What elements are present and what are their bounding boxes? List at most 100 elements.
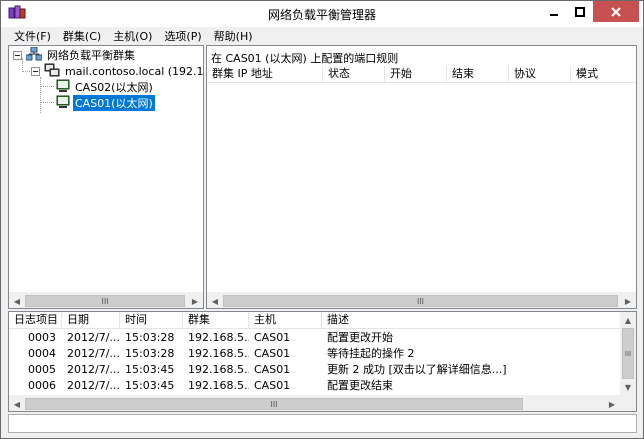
log-cell-description: 等待挂起的操作 2 [327, 347, 415, 360]
cluster-tree-pane[interactable]: 网络负载平衡群集 mail.contoso.local (192.168.5 [8, 45, 204, 309]
scroll-thumb[interactable]: III [223, 295, 618, 307]
log-cell-id: 0006 [28, 379, 56, 392]
log-header: 日志项目 日期 时间 群集 主机 描述 [9, 312, 621, 329]
scroll-right-arrow-icon[interactable]: ▶ [187, 293, 203, 308]
tree-label-cluster: mail.contoso.local (192.168.5 [65, 64, 204, 78]
tree-line [40, 102, 54, 103]
cluster-group-icon [25, 46, 43, 64]
tree-line [22, 58, 23, 72]
scroll-grip-icon: III [270, 399, 278, 409]
scroll-grip-icon: III [416, 296, 425, 306]
menu-cluster[interactable]: 群集(C) [57, 28, 107, 44]
tree-node-root[interactable]: 网络负载平衡群集 [25, 46, 137, 64]
log-cell-time: 15:03:45 [125, 363, 175, 376]
column-header-host[interactable]: 主机 [249, 312, 322, 329]
column-header-cluster[interactable]: 群集 [183, 312, 249, 329]
scroll-down-arrow-icon[interactable]: ▼ [620, 379, 636, 395]
tree-node-host-cas01[interactable]: CAS01(以太网) [56, 94, 156, 112]
title-bar[interactable]: 网络负载平衡管理器 [1, 1, 643, 27]
tree-node-host-cas02[interactable]: CAS02(以太网) [56, 79, 155, 95]
scroll-grip-icon: III [624, 349, 632, 358]
column-header-cluster-ip[interactable]: 群集 IP 地址 [207, 66, 323, 83]
tree-label-host-selected: CAS01(以太网) [72, 94, 156, 112]
scroll-left-arrow-icon[interactable]: ◀ [9, 396, 25, 411]
log-pane: 日志项目 日期 时间 群集 主机 描述 0003 2012/7/... 15:0… [8, 311, 637, 412]
close-button[interactable] [593, 1, 639, 22]
column-header-mode[interactable]: 模式 [571, 66, 636, 83]
log-cell-id: 0005 [28, 363, 56, 376]
port-rules-caption: 在 CAS01 (以太网) 上配置的端口规则 [211, 52, 399, 65]
column-header-start[interactable]: 开始 [385, 66, 447, 83]
log-cell-date: 2012/7/... [67, 331, 120, 344]
log-cell-date: 2012/7/... [67, 363, 120, 376]
tree-expander[interactable] [13, 51, 22, 60]
log-cell-time: 15:03:45 [125, 379, 175, 392]
log-cell-id: 0003 [28, 331, 56, 344]
tree-expander[interactable] [31, 67, 40, 76]
log-cell-date: 2012/7/... [67, 347, 120, 360]
column-header-time[interactable]: 时间 [120, 312, 183, 329]
close-icon [611, 6, 621, 17]
scroll-left-arrow-icon[interactable]: ◀ [207, 293, 223, 308]
log-cell-date: 2012/7/... [67, 379, 120, 392]
log-cell-description: 更新 2 成功 [双击以了解详细信息...] [327, 363, 507, 376]
column-header-date[interactable]: 日期 [62, 312, 120, 329]
maximize-icon [575, 6, 585, 17]
menu-file[interactable]: 文件(F) [8, 28, 57, 44]
column-header-log-id[interactable]: 日志项目 [9, 312, 62, 329]
rules-horizontal-scrollbar[interactable]: ◀ III ▶ [207, 292, 636, 308]
scroll-right-arrow-icon[interactable]: ▶ [620, 293, 636, 308]
column-header-description[interactable]: 描述 [322, 312, 621, 329]
log-cell-time: 15:03:28 [125, 347, 175, 360]
tree-line [40, 86, 54, 87]
log-cell-cluster: 192.168.5... [188, 347, 249, 360]
tree-line [22, 71, 30, 72]
log-cell-cluster: 192.168.5... [188, 331, 249, 344]
scroll-grip-icon: III [101, 296, 109, 306]
host-icon [56, 95, 70, 112]
scrollbar-corner [620, 395, 636, 411]
scroll-thumb[interactable]: III [622, 328, 634, 379]
nlb-manager-window: 网络负载平衡管理器 文件(F) 群集(C) 主机(O) 选项(P) 帮助(H) [0, 0, 644, 439]
menu-options[interactable]: 选项(P) [158, 28, 207, 44]
log-row[interactable]: 0003 2012/7/... 15:03:28 192.168.5... CA… [9, 330, 621, 346]
tree-line [40, 77, 41, 113]
log-cell-cluster: 192.168.5... [188, 379, 249, 392]
log-row[interactable]: 0005 2012/7/... 15:03:45 192.168.5... CA… [9, 362, 621, 378]
log-cell-host: CAS01 [254, 379, 291, 392]
tree-horizontal-scrollbar[interactable]: ◀ III ▶ [9, 292, 203, 308]
status-bar [8, 414, 637, 433]
log-cell-description: 配置更改结束 [327, 379, 393, 392]
scroll-right-arrow-icon[interactable]: ▶ [604, 396, 620, 411]
host-icon [56, 79, 70, 96]
log-cell-description: 配置更改开始 [327, 331, 393, 344]
tree-label-host: CAS02(以太网) [75, 81, 153, 94]
port-rules-header: 群集 IP 地址 状态 开始 结束 协议 模式 [207, 66, 636, 83]
log-cell-id: 0004 [28, 347, 56, 360]
minimize-button[interactable] [541, 1, 567, 22]
scroll-thumb[interactable]: III [25, 398, 523, 410]
log-cell-host: CAS01 [254, 347, 291, 360]
maximize-button[interactable] [567, 1, 593, 22]
log-cell-time: 15:03:28 [125, 331, 175, 344]
log-cell-cluster: 192.168.5... [188, 363, 249, 376]
scroll-left-arrow-icon[interactable]: ◀ [9, 293, 25, 308]
menu-help[interactable]: 帮助(H) [208, 28, 259, 44]
menu-bar: 文件(F) 群集(C) 主机(O) 选项(P) 帮助(H) [8, 27, 637, 45]
minimize-icon [550, 13, 558, 16]
scroll-up-arrow-icon[interactable]: ▲ [620, 312, 636, 328]
log-horizontal-scrollbar[interactable]: ◀ III ▶ [9, 395, 620, 411]
menu-host[interactable]: 主机(O) [107, 28, 158, 44]
log-vertical-scrollbar[interactable]: ▲ III ▼ [620, 312, 636, 395]
scroll-thumb[interactable]: III [25, 295, 185, 307]
log-row[interactable]: 0004 2012/7/... 15:03:28 192.168.5... CA… [9, 346, 621, 362]
cluster-icon [44, 63, 60, 80]
log-row[interactable]: 0006 2012/7/... 15:03:45 192.168.5... CA… [9, 378, 621, 394]
port-rules-pane: 在 CAS01 (以太网) 上配置的端口规则 群集 IP 地址 状态 开始 结束… [206, 45, 637, 309]
column-header-protocol[interactable]: 协议 [509, 66, 571, 83]
column-header-end[interactable]: 结束 [447, 66, 509, 83]
tree-node-cluster[interactable]: mail.contoso.local (192.168.5 [44, 63, 204, 80]
tree-label-root: 网络负载平衡群集 [47, 49, 135, 62]
log-cell-host: CAS01 [254, 363, 291, 376]
column-header-status[interactable]: 状态 [323, 66, 385, 83]
